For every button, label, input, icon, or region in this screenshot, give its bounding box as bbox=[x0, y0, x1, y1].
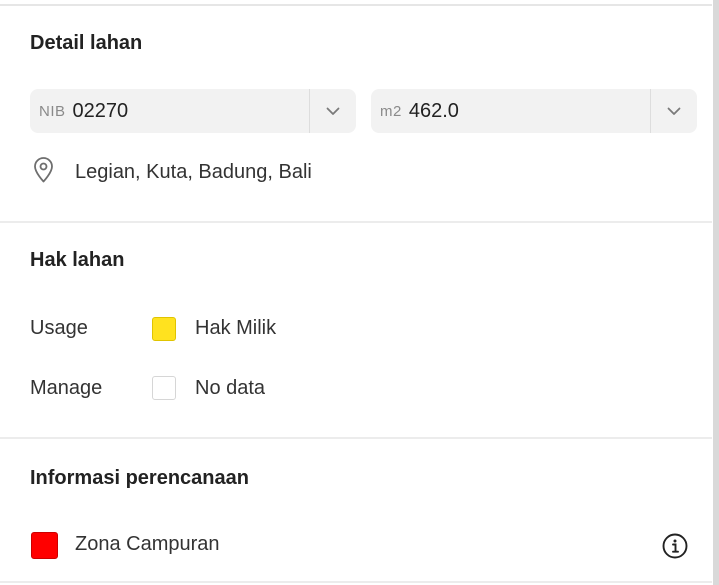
location-row: Legian, Kuta, Badung, Bali bbox=[30, 156, 312, 188]
top-border bbox=[0, 4, 712, 6]
zone-color-swatch bbox=[31, 532, 58, 559]
area-value: 462.0 bbox=[408, 99, 459, 122]
area-unit: m2 bbox=[380, 102, 402, 120]
location-text: Legian, Kuta, Badung, Bali bbox=[75, 160, 312, 183]
planning-title: Informasi perencanaan bbox=[30, 467, 249, 489]
area-select[interactable]: m2 462.0 bbox=[371, 89, 697, 133]
manage-value: No data bbox=[195, 377, 266, 399]
zone-label: Zona Campuran bbox=[75, 533, 220, 555]
info-icon[interactable] bbox=[662, 533, 688, 559]
land-rights-title: Hak lahan bbox=[30, 249, 125, 271]
section-divider bbox=[0, 437, 712, 439]
location-pin-icon bbox=[30, 156, 57, 189]
manage-label: Manage bbox=[30, 377, 103, 399]
nib-value: 02270 bbox=[72, 99, 129, 122]
usage-color-swatch bbox=[152, 317, 176, 341]
land-detail-title: Detail lahan bbox=[30, 32, 143, 54]
scrollbar[interactable] bbox=[713, 0, 719, 585]
nib-select[interactable]: NIB 02270 bbox=[30, 89, 356, 133]
nib-prefix: NIB bbox=[39, 102, 66, 120]
section-divider bbox=[0, 221, 712, 223]
bottom-divider bbox=[0, 581, 712, 583]
usage-label: Usage bbox=[30, 317, 88, 339]
manage-color-swatch bbox=[152, 376, 176, 400]
chevron-down-icon[interactable] bbox=[651, 89, 697, 133]
usage-value: Hak Milik bbox=[195, 317, 277, 339]
chevron-down-icon[interactable] bbox=[310, 89, 356, 133]
